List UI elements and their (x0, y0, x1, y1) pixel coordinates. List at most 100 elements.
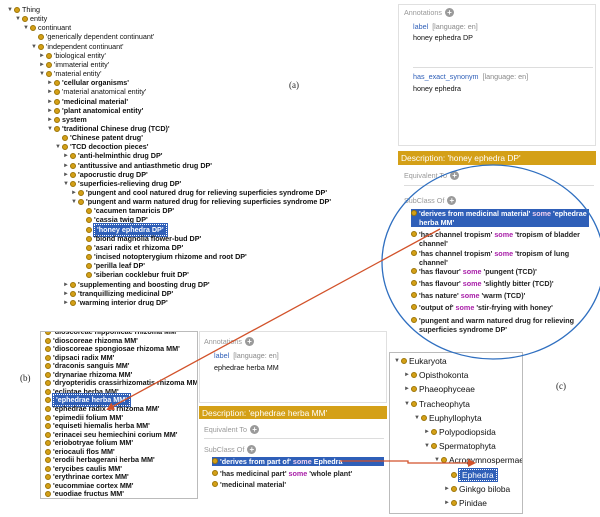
description-header-b: Description: 'ephedrae herba MM' (199, 406, 387, 419)
class-icon (451, 485, 457, 492)
expanded-triangle-icon[interactable]: ▼ (54, 142, 62, 152)
taxon-node-c[interactable]: ▼ Spermatophyta (423, 441, 496, 451)
class-label: Tracheophyta (419, 398, 470, 409)
class-icon (431, 429, 437, 435)
subclass-of-header-b: SubClass Of + (204, 445, 257, 454)
add-annotation-icon[interactable]: + (444, 8, 454, 17)
class-icon (86, 263, 92, 270)
expression-text: 'derives from part of' some Ephedra (220, 457, 342, 466)
class-icon (45, 405, 51, 412)
collapsed-triangle-icon[interactable]: ► (443, 484, 451, 494)
superclass-expression[interactable]: 'has medicinal part' some 'whole plant' (212, 469, 384, 478)
expression-part: 'whole plant' (307, 469, 353, 478)
taxon-node-c[interactable]: ▼ Euphyllophyta (413, 413, 482, 423)
expression-part: 'has nature' (419, 291, 461, 300)
expanded-triangle-icon[interactable]: ▼ (22, 23, 30, 33)
taxon-node-c[interactable]: ► Pinidae (443, 498, 487, 508)
taxon-node-c[interactable]: ► Phaeophyceae (403, 384, 475, 394)
add-equivalent-icon-b[interactable]: + (250, 425, 260, 434)
superclass-expression[interactable]: 'has channel tropism' some 'tropism of l… (411, 249, 589, 267)
collapsed-triangle-icon[interactable]: ► (62, 298, 70, 306)
class-icon (45, 354, 51, 361)
expression-text: 'has nature' some 'warm (TCD)' (419, 291, 525, 300)
superclass-expression[interactable]: 'medicinal material' (212, 480, 384, 489)
taxon-node-c[interactable]: ▼ Eukaryota (393, 356, 447, 366)
taxon-node-c[interactable]: Ephedra (443, 467, 498, 482)
restriction-keyword: some (532, 209, 552, 218)
restriction-keyword: some (460, 291, 480, 300)
expanded-triangle-icon[interactable]: ▼ (6, 5, 14, 15)
class-icon (45, 448, 51, 455)
collapsed-triangle-icon[interactable]: ► (423, 427, 431, 437)
add-superclass-icon[interactable]: + (447, 196, 457, 205)
collapsed-triangle-icon[interactable]: ► (403, 384, 411, 394)
class-icon (46, 61, 52, 68)
expanded-triangle-icon[interactable]: ▼ (14, 14, 22, 24)
class-icon (212, 470, 218, 476)
expanded-triangle-icon[interactable]: ▼ (393, 356, 401, 366)
superclass-expression[interactable]: 'pungent and warm natured drug for relie… (411, 316, 589, 334)
class-icon (70, 153, 76, 160)
tree-node-b[interactable]: 'euodiae fructus MM' (45, 489, 124, 498)
superclass-expression[interactable]: 'has flavour' some 'slightly bitter (TCD… (411, 279, 589, 288)
expanded-triangle-icon[interactable]: ▼ (433, 455, 441, 465)
expanded-triangle-icon[interactable]: ▼ (46, 124, 54, 134)
class-icon (54, 98, 60, 105)
restriction-keyword: some (494, 249, 514, 258)
class-icon (411, 280, 417, 286)
annotations-header-label-b: Annotations (204, 337, 242, 346)
class-tree-b: 'dioscoreae nipponicae rhizoma MM''diosc… (41, 332, 197, 498)
expanded-triangle-icon[interactable]: ▼ (38, 69, 46, 79)
class-icon (411, 317, 417, 323)
superclass-expression[interactable]: 'has nature' some 'warm (TCD)' (411, 291, 589, 300)
superclass-expression[interactable]: 'derives from medicinal material' some '… (411, 209, 589, 227)
label-annotation-value-b[interactable]: ephedrae herba MM (214, 363, 279, 373)
superclass-expression[interactable]: 'output of' some 'stir-frying with honey… (411, 303, 589, 312)
expanded-triangle-icon[interactable]: ▼ (423, 441, 431, 451)
add-superclass-icon-b[interactable]: + (247, 445, 257, 454)
taxon-node-c[interactable]: ▼ Acrogymnospermae (433, 455, 522, 465)
expanded-triangle-icon[interactable]: ▼ (403, 399, 411, 409)
class-label: Spermatophyta (439, 441, 496, 452)
expanded-triangle-icon[interactable]: ▼ (30, 42, 38, 52)
class-icon (421, 414, 427, 421)
class-icon (86, 208, 92, 215)
label-lang: [language: en] (432, 22, 478, 31)
label-lang-b: [language: en] (233, 351, 279, 360)
restriction-keyword: some (288, 469, 308, 478)
label-annotation-value[interactable]: honey ephedra DP (413, 33, 473, 43)
equivalent-divider (404, 185, 594, 186)
class-icon (54, 107, 60, 114)
taxon-node-c[interactable]: ► Opisthokonta (403, 370, 468, 380)
synonym-annotation-value[interactable]: honey ephedra (413, 84, 461, 94)
class-icon (411, 250, 417, 256)
class-icon (86, 235, 92, 242)
taxon-node-c[interactable]: ▼ Tracheophyta (403, 399, 470, 409)
class-icon (70, 171, 76, 178)
expanded-triangle-icon[interactable]: ▼ (70, 197, 78, 207)
class-icon (45, 482, 51, 489)
class-icon (431, 443, 437, 450)
subclass-of-label-b: SubClass Of (204, 445, 245, 454)
expanded-triangle-icon[interactable]: ▼ (62, 179, 70, 189)
superclass-expression[interactable]: 'has channel tropism' some 'tropism of b… (411, 230, 589, 248)
add-annotation-icon-b[interactable]: + (244, 337, 254, 346)
expression-text: 'pungent and warm natured drug for relie… (419, 316, 589, 334)
expression-part: 'pungent (TCD)' (481, 267, 537, 276)
taxon-node-c[interactable]: ► Ginkgo biloba (443, 484, 510, 494)
expanded-triangle-icon[interactable]: ▼ (413, 413, 421, 423)
tree-node-a[interactable]: ► 'warming interior drug DP' (62, 298, 168, 306)
superclass-expression[interactable]: 'derives from part of' some Ephedra (212, 457, 384, 466)
class-icon (86, 217, 92, 224)
add-equivalent-icon[interactable]: + (450, 171, 460, 180)
collapsed-triangle-icon[interactable]: ► (403, 370, 411, 380)
label-key-b: label (214, 351, 230, 360)
equivalent-to-label: Equivalent To (404, 171, 448, 180)
class-icon (30, 25, 36, 32)
annotations-panel-a: Annotations + label [language: en] honey… (398, 4, 596, 146)
collapsed-triangle-icon[interactable]: ► (443, 498, 451, 508)
superclass-expression[interactable]: 'has flavour' some 'pungent (TCD)' (411, 267, 589, 276)
class-icon (411, 210, 417, 216)
figure-label-c: (c) (556, 381, 566, 391)
taxon-node-c[interactable]: ► Polypodiopsida (423, 427, 496, 437)
